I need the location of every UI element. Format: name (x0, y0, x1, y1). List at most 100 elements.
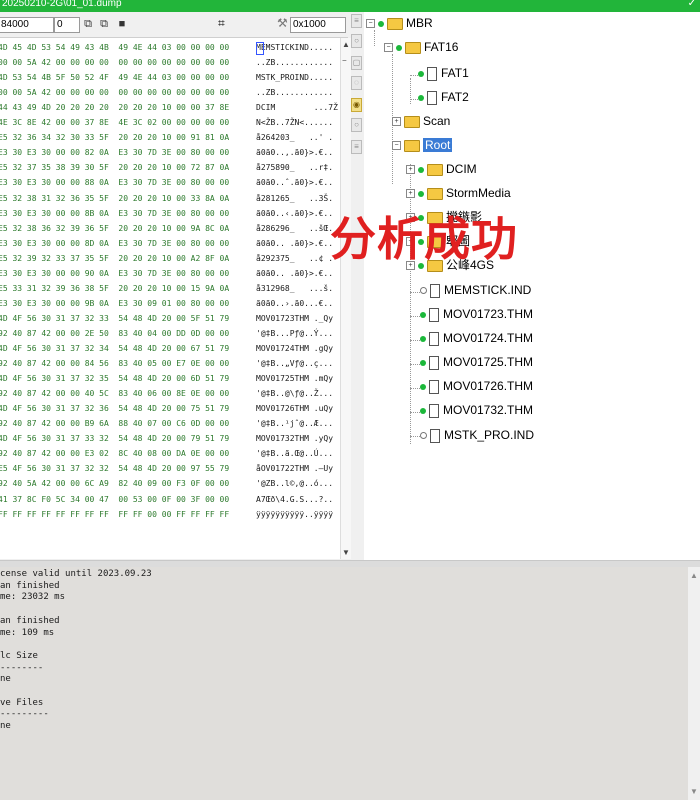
ascii-text[interactable]: MOV01725THM .mQy (256, 373, 333, 385)
tree-file-mov01724[interactable]: MOV01724.THM (420, 329, 533, 347)
hex-bytes[interactable]: 4D 53 54 4B 5F 50 52 4F 49 4E 44 03 00 0… (0, 72, 229, 84)
tree-file-mstkpro[interactable]: MSTK_PRO.IND (420, 426, 534, 444)
ascii-text[interactable]: å286296_ ..šŒ. (256, 223, 333, 235)
side-button-3[interactable]: ▢ (351, 56, 362, 70)
tree-node-fat16[interactable]: − FAT16 (384, 38, 458, 56)
ascii-text[interactable]: ã0ã0..‚.ã0}>.€.. (256, 147, 333, 159)
collapse-icon[interactable]: − (366, 19, 375, 29)
ascii-text[interactable]: A7Œð\4.G.S...?.. (256, 494, 333, 506)
copy-icon[interactable]: ⧉ (82, 17, 94, 31)
side-button-1[interactable]: ≡ (351, 14, 362, 28)
ascii-text[interactable]: N<ŽB..7ŽN<...... (256, 117, 333, 129)
hex-bytes[interactable]: E3 30 E3 30 00 00 8B 0A E3 30 7D 3E 00 8… (0, 208, 229, 220)
offset-input[interactable] (0, 17, 54, 33)
collapse-icon[interactable]: − (392, 141, 401, 151)
hex-bytes[interactable]: E5 33 31 32 39 36 38 5F 20 20 20 10 00 1… (0, 283, 229, 295)
scroll-up-icon[interactable]: ▲ (342, 40, 350, 49)
hex-bytes[interactable]: 4D 4F 56 30 31 37 33 32 54 48 4D 20 00 7… (0, 433, 229, 445)
ascii-text[interactable]: '@‡B..ã.Œ@..Ú... (256, 448, 333, 460)
ascii-text[interactable]: MOV01726THM .uQy (256, 403, 333, 415)
ascii-text[interactable]: å275890_ ..r‡. (256, 162, 333, 174)
hex-bytes[interactable]: 4D 45 4D 53 54 49 43 4B 49 4E 44 03 00 0… (0, 42, 229, 54)
ascii-text[interactable]: MOV01724THM .gQy (256, 343, 333, 355)
ascii-text[interactable]: MOV01732THM .yQy (256, 433, 333, 445)
ascii-text[interactable]: ã0ã0..›.ã0...€.. (256, 298, 333, 310)
ascii-text[interactable]: ÿÿÿÿÿÿÿÿÿÿ..ÿÿÿÿ (256, 509, 333, 521)
hex-bytes[interactable]: 92 40 87 42 00 00 B9 6A 88 40 07 00 C6 0… (0, 418, 229, 430)
hex-bytes[interactable]: E5 32 38 36 32 39 36 5F 20 20 20 10 00 9… (0, 223, 229, 235)
expand-icon[interactable]: + (392, 117, 401, 127)
expand-icon[interactable]: + (406, 189, 415, 199)
tree-node-root[interactable]: − Root (392, 136, 453, 154)
hex-bytes[interactable]: 00 00 5A 42 00 00 00 00 00 00 00 00 00 0… (0, 87, 229, 99)
tree-file-memstick[interactable]: MEMSTICK.IND (420, 281, 531, 299)
side-button-7[interactable]: ≡ (351, 140, 362, 154)
hex-bytes[interactable]: 92 40 87 42 00 00 2E 50 83 40 04 00 DD 0… (0, 328, 229, 340)
ascii-text[interactable]: ã0ã0.. .ã0}>.€.. (256, 268, 333, 280)
hex-view[interactable]: 4D 45 4D 53 54 49 43 4B 49 4E 44 03 00 0… (0, 38, 340, 559)
hex-bytes[interactable]: 41 37 8C F0 5C 34 00 47 00 53 00 0F 00 3… (0, 494, 229, 506)
hex-bytes[interactable]: E3 30 E3 30 00 00 8D 0A E3 30 7D 3E 00 8… (0, 238, 229, 250)
hex-bytes[interactable]: E3 30 E3 30 00 00 82 0A E3 30 7D 3E 00 8… (0, 147, 229, 159)
value-input[interactable] (54, 17, 80, 33)
ascii-text[interactable]: ã0ã0..ˆ.ã0}>.€.. (256, 177, 333, 189)
wrench-icon[interactable]: ⚒ (277, 16, 288, 30)
hex-bytes[interactable]: E3 30 E3 30 00 00 90 0A E3 30 7D 3E 00 8… (0, 268, 229, 280)
hex-bytes[interactable]: E5 32 36 34 32 30 33 5F 20 20 20 10 00 9… (0, 132, 229, 144)
ascii-text[interactable]: '@ZB..l©‚@..ó... (256, 478, 333, 490)
goto-input[interactable] (290, 17, 346, 33)
hex-scrollbar[interactable]: ▲ − ▼ (340, 38, 351, 559)
tree-file-mov01723[interactable]: MOV01723.THM (420, 305, 533, 323)
scroll-down-icon[interactable]: ▼ (690, 787, 698, 796)
hex-bytes[interactable]: 92 40 87 42 00 00 E3 02 8C 40 08 00 DA 0… (0, 448, 229, 460)
hex-bytes[interactable]: E5 32 38 31 32 36 35 5F 20 20 20 10 00 3… (0, 193, 229, 205)
tree-file-mov01725[interactable]: MOV01725.THM (420, 353, 533, 371)
scroll-up-icon[interactable]: ▲ (690, 571, 698, 580)
ascii-text[interactable]: DCIM ...7Ž (256, 102, 338, 114)
ascii-text[interactable]: MSTK_PROIND..... (256, 72, 333, 84)
tree-node-dcim[interactable]: + DCIM (406, 160, 477, 178)
ascii-text[interactable]: å292375_ ..¢ . (256, 253, 333, 265)
side-button-4[interactable]: ◌ (351, 76, 362, 90)
ascii-text[interactable]: '@‡B..¹jˆ@..Æ... (256, 418, 333, 430)
side-button-6[interactable]: ○ (351, 118, 362, 132)
chevron-icon[interactable]: ✓ (688, 0, 696, 10)
ascii-text[interactable]: ..ZB............ (256, 57, 333, 69)
hex-bytes[interactable]: 44 43 49 4D 20 20 20 20 20 20 20 10 00 0… (0, 102, 229, 114)
binoculars-icon[interactable]: ⌗ (218, 16, 225, 31)
ascii-text[interactable]: å264203_ ..' . (256, 132, 333, 144)
ascii-text[interactable]: ã0ã0.. .ã0}>.€.. (256, 238, 333, 250)
ascii-text[interactable]: '@‡B..„Vƒ@..ç... (256, 358, 333, 370)
hex-bytes[interactable]: 92 40 87 42 00 00 40 5C 83 40 06 00 8E 0… (0, 388, 229, 400)
hex-bytes[interactable]: 4D 4F 56 30 31 37 32 34 54 48 4D 20 00 6… (0, 343, 229, 355)
hex-bytes[interactable]: 00 00 5A 42 00 00 00 00 00 00 00 00 00 0… (0, 57, 229, 69)
side-button-5[interactable]: ◉ (351, 98, 362, 112)
hex-bytes[interactable]: E5 4F 56 30 31 37 32 32 54 48 4D 20 00 9… (0, 463, 229, 475)
ascii-text[interactable]: MOV01723THM ._Qy (256, 313, 333, 325)
tree-node-mbr[interactable]: − MBR (366, 14, 433, 32)
tree-file-mov01726[interactable]: MOV01726.THM (420, 377, 533, 395)
ascii-text[interactable]: '@‡B..@\ƒ@..Ž... (256, 388, 333, 400)
hex-bytes[interactable]: 92 40 5A 42 00 00 6C A9 82 40 09 00 F3 0… (0, 478, 229, 490)
tree-node-fat1[interactable]: FAT1 (418, 64, 469, 82)
ascii-text[interactable]: ã0ã0..‹.ã0}>.€.. (256, 208, 333, 220)
tree-node-fat2[interactable]: FAT2 (418, 88, 469, 106)
hex-bytes[interactable]: E3 30 E3 30 00 00 88 0A E3 30 7D 3E 00 8… (0, 177, 229, 189)
tree-node-stormmedia[interactable]: + StormMedia (406, 184, 511, 202)
ascii-text[interactable]: ..ZB............ (256, 87, 333, 99)
hex-bytes[interactable]: FF FF FF FF FF FF FF FF FF FF 00 00 FF F… (0, 509, 229, 521)
hex-bytes[interactable]: 4D 4F 56 30 31 37 32 36 54 48 4D 20 00 7… (0, 403, 229, 415)
side-button-2[interactable]: ○ (351, 34, 362, 48)
scroll-marker-icon[interactable]: − (342, 56, 347, 65)
paste-icon[interactable]: ⧉ (98, 17, 110, 31)
hex-bytes[interactable]: 4E 3C 8E 42 00 00 37 8E 4E 3C 02 00 00 0… (0, 117, 229, 129)
tree-file-mov01732[interactable]: MOV01732.THM (420, 401, 533, 419)
hex-bytes[interactable]: E5 32 39 32 33 37 35 5F 20 20 20 10 00 A… (0, 253, 229, 265)
ascii-text[interactable]: å312968_ ...š. (256, 283, 333, 295)
hex-bytes[interactable]: 92 40 87 42 00 00 84 56 83 40 05 00 E7 0… (0, 358, 229, 370)
hex-bytes[interactable]: E5 32 37 35 38 39 30 5F 20 20 20 10 00 7… (0, 162, 229, 174)
hex-bytes[interactable]: E3 30 E3 30 00 00 9B 0A E3 30 09 01 00 8… (0, 298, 229, 310)
hex-bytes[interactable]: 4D 4F 56 30 31 37 32 35 54 48 4D 20 00 6… (0, 373, 229, 385)
tree-node-scan[interactable]: + Scan (392, 112, 450, 130)
ascii-text[interactable]: åOV01722THM .—Uy (256, 463, 333, 475)
